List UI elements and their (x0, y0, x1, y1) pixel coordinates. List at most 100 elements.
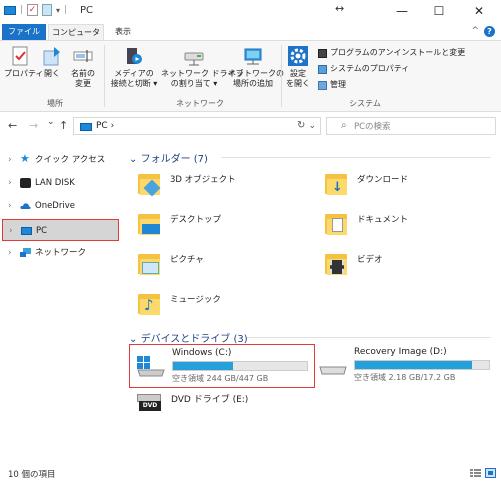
help-icon[interactable]: ? (484, 26, 495, 37)
large-icons-view-icon[interactable] (485, 468, 496, 478)
group-label-system: システム (349, 99, 381, 108)
open-button[interactable]: 開く (38, 45, 66, 79)
manage-icon (318, 80, 327, 90)
rename-label-2: 変更 (75, 79, 91, 88)
properties-icon (12, 46, 28, 66)
tab-computer[interactable]: コンピューター (48, 24, 104, 53)
folder-music-icon: ♪ (136, 290, 162, 318)
rename-button[interactable]: 名前の 変更 (68, 45, 98, 89)
section-divider (247, 337, 491, 338)
rename-icon (73, 50, 93, 62)
folder-desktop-icon (136, 210, 162, 238)
open-icon (43, 47, 60, 66)
expand-caret-icon[interactable]: › (8, 242, 12, 264)
drive-windows-c[interactable]: Windows (C:) 空き領域 244 GB/447 GB (129, 344, 315, 388)
sidebar-item-network[interactable]: › ネットワーク (2, 242, 119, 264)
folder-desktop[interactable]: デスクトップ (136, 210, 286, 244)
resize-cursor-icon: ↔ (335, 2, 345, 15)
system-properties-icon (318, 64, 327, 74)
close-button[interactable]: ✕ (462, 0, 496, 22)
drive-dvd-e[interactable]: DVD DVD ドライブ (E:) (135, 390, 315, 422)
toolbar-separator: | (64, 5, 68, 15)
ribbon-divider (281, 45, 282, 107)
sidebar-item-label: ネットワーク (35, 248, 87, 258)
toolbar-separator: | (20, 5, 24, 15)
search-input[interactable] (354, 120, 484, 133)
folder-label: ピクチャ (170, 255, 204, 265)
open-label: 開く (44, 69, 60, 78)
drive-name: Recovery Image (D:) (354, 347, 447, 357)
navigation-pane: › ★ クイック アクセス › LAN DISK › OneDrive › PC… (0, 145, 123, 445)
search-box[interactable]: ⌕ (326, 117, 496, 135)
cloud-icon (20, 203, 31, 209)
computer-icon (80, 123, 92, 131)
ribbon: プロパティ 開く 名前の 変更 場所 メディアの 接続と切断 ▾ ネットワーク … (0, 40, 501, 112)
folder-music[interactable]: ♪ ミュージック (136, 290, 286, 324)
manage-label: 管理 (330, 80, 346, 89)
properties-quick-icon[interactable]: ✓ (27, 4, 39, 16)
folder-label: ドキュメント (357, 215, 409, 225)
back-button[interactable]: ← (8, 119, 17, 132)
folder-videos[interactable]: ビデオ (323, 250, 473, 284)
new-folder-quick-icon[interactable] (42, 4, 53, 16)
path-text[interactable]: PC › (96, 121, 114, 131)
uninstall-program-button[interactable]: プログラムのアンインストールと変更 (318, 47, 465, 59)
item-count: 10 個の項目 (8, 470, 56, 480)
folder-download-icon: ↓ (323, 170, 349, 198)
drive-free-space: 空き領域 244 GB/447 GB (172, 374, 269, 383)
manage-button[interactable]: 管理 (318, 79, 346, 91)
forward-button[interactable]: → (29, 119, 38, 132)
expand-caret-icon[interactable]: › (8, 149, 12, 171)
details-view-icon[interactable] (470, 468, 481, 478)
tab-file[interactable]: ファイル (2, 24, 46, 40)
expand-caret-icon[interactable]: › (8, 195, 12, 217)
expand-caret-icon[interactable]: › (9, 220, 13, 242)
folder-3d-icon (136, 170, 162, 198)
sidebar-item-lan-disk[interactable]: › LAN DISK (2, 172, 119, 194)
computer-icon (21, 227, 32, 235)
expand-caret-icon[interactable]: › (8, 172, 12, 194)
sidebar-item-onedrive[interactable]: › OneDrive (2, 195, 119, 217)
open-settings-button[interactable]: 設定 を開く (284, 45, 312, 89)
customize-toolbar-icon[interactable]: ▾ (56, 6, 60, 15)
properties-button[interactable]: プロパティ (4, 45, 44, 79)
chevron-down-icon[interactable]: ⌄ (129, 154, 137, 165)
drive-recovery-d[interactable]: Recovery Image (D:) 空き領域 2.18 GB/17.2 GB (318, 347, 496, 387)
search-icon: ⌕ (341, 120, 347, 131)
folder-pictures[interactable]: ピクチャ (136, 250, 286, 284)
folder-documents-icon (323, 210, 349, 238)
system-properties-button[interactable]: システムのプロパティ (318, 63, 409, 75)
drive-usage-bar (172, 361, 308, 371)
address-path-box[interactable]: PC › ⌄ (73, 117, 321, 135)
window-title: PC (80, 5, 94, 16)
folder-3d-objects[interactable]: 3D オブジェクト (136, 170, 286, 204)
dvd-badge: DVD (139, 401, 161, 411)
media-server-icon (127, 48, 142, 64)
address-dropdown-icon[interactable]: ⌄ (308, 121, 316, 131)
folder-documents[interactable]: ドキュメント (323, 210, 473, 244)
hard-drive-icon (319, 366, 347, 375)
system-properties-label: システムのプロパティ (330, 64, 410, 73)
folder-label: ビデオ (357, 255, 383, 265)
sidebar-item-pc[interactable]: › PC (2, 219, 119, 241)
address-bar-row: ← → ⌄ ↑ PC › ⌄ ↻ ⌕ (0, 113, 501, 139)
recent-locations-button[interactable]: ⌄ (47, 117, 55, 127)
quick-access-toolbar: | ✓ ▾ | (4, 4, 67, 16)
minimize-button[interactable]: — (385, 0, 419, 22)
add-network-location-button[interactable]: ネットワークの 場所の追加 (228, 45, 284, 89)
up-button[interactable]: ↑ (59, 119, 68, 132)
settings-label-2: を開く (286, 79, 310, 88)
folder-pictures-icon (136, 250, 162, 278)
tab-view[interactable]: 表示 (108, 24, 138, 40)
media-connect-button[interactable]: メディアの 接続と切断 ▾ (108, 45, 160, 89)
refresh-button[interactable]: ↻ (297, 120, 305, 131)
drive-usage-fill (355, 361, 472, 369)
sidebar-item-quick-access[interactable]: › ★ クイック アクセス (2, 149, 119, 171)
gear-icon (288, 46, 308, 66)
section-header-folders[interactable]: ⌄ フォルダー (7) (129, 150, 491, 165)
collapse-ribbon-icon[interactable]: ^ (471, 26, 479, 36)
folder-downloads[interactable]: ↓ ダウンロード (323, 170, 473, 204)
map-network-drive-button[interactable]: ネットワーク ドライブ の割り当て ▾ (161, 45, 244, 89)
section-header-devices[interactable]: ⌄ デバイスとドライブ (3) (129, 330, 491, 345)
maximize-button[interactable]: ☐ (422, 0, 456, 22)
